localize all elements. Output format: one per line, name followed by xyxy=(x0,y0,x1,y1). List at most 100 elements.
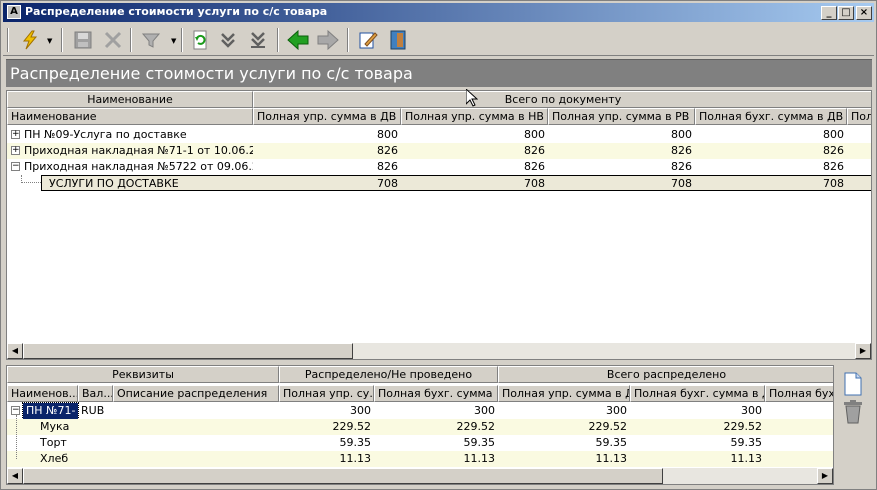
row-name: Приходная накладная №5722 от 09.06.2005 xyxy=(24,160,253,173)
group-header-total[interactable]: Всего по документу xyxy=(253,91,871,108)
cell-value: 229.52 xyxy=(456,420,496,433)
exit-icon[interactable] xyxy=(385,27,411,53)
column-header[interactable]: Вал... xyxy=(78,385,113,402)
cell-value: 708 xyxy=(524,177,545,190)
filter-icon[interactable] xyxy=(138,27,164,53)
toolbar-separator xyxy=(181,28,183,52)
main-window: A Распределение стоимости услуги по с/с … xyxy=(0,0,877,490)
row-name: Хлеб xyxy=(40,452,69,465)
tree-line xyxy=(21,175,41,183)
cell-value: 59.35 xyxy=(463,436,496,449)
column-header[interactable]: Полная упр. сумма в ДВ xyxy=(498,385,630,402)
row-name: Приходная накладная №71-1 от 10.06.2005 xyxy=(24,144,253,157)
table-row[interactable]: − Приходная накладная №5722 от 09.06.200… xyxy=(7,159,871,175)
scroll-right-icon[interactable]: ▶ xyxy=(817,468,833,484)
table-row[interactable]: Торт 59.35 59.35 59.35 59.35 xyxy=(7,435,833,451)
cell-value: 300 xyxy=(474,404,495,417)
expand-toggle[interactable]: + xyxy=(11,146,20,155)
save-icon[interactable] xyxy=(70,27,96,53)
cell-value: 826 xyxy=(823,160,844,173)
back-arrow-icon[interactable] xyxy=(285,27,311,53)
cell-value: 11.13 xyxy=(463,452,496,465)
group-header-total-distributed[interactable]: Всего распределено xyxy=(498,366,833,383)
table-row-selected[interactable]: УСЛУГИ ПО ДОСТАВКЕ 708 708 708 708 xyxy=(41,175,871,191)
delete-icon[interactable] xyxy=(100,27,126,53)
trash-icon[interactable] xyxy=(841,399,865,425)
minimize-button[interactable]: _ xyxy=(821,6,837,20)
cell-value: 708 xyxy=(671,177,692,190)
expand-all-icon[interactable] xyxy=(215,27,241,53)
title-bar[interactable]: A Распределение стоимости услуги по с/с … xyxy=(3,3,874,22)
mouse-cursor-icon xyxy=(465,87,479,107)
collapse-all-icon[interactable] xyxy=(245,27,271,53)
group-header-requisites[interactable]: Реквизиты xyxy=(7,366,279,383)
cell-value: 708 xyxy=(823,177,844,190)
tree-line xyxy=(16,415,36,459)
cell-value: 800 xyxy=(377,128,398,141)
currency-cell: RUB xyxy=(81,404,105,417)
edit-icon[interactable] xyxy=(355,27,381,53)
row-name: ПН №09-Услуга по доставке xyxy=(24,128,187,141)
close-button[interactable]: × xyxy=(856,6,872,20)
lightning-icon[interactable] xyxy=(17,27,43,53)
horizontal-scrollbar[interactable]: ◀ ▶ xyxy=(7,343,871,359)
refresh-icon[interactable] xyxy=(187,27,213,53)
collapse-toggle[interactable]: − xyxy=(11,406,20,415)
table-row[interactable]: + Приходная накладная №71-1 от 10.06.200… xyxy=(7,143,871,159)
cell-value: 300 xyxy=(606,404,627,417)
row-name: Торт xyxy=(40,436,67,449)
app-icon: A xyxy=(7,5,21,19)
chevron-down-icon[interactable]: ▼ xyxy=(171,37,178,45)
column-header[interactable]: Полная бухг. сумма в ДВ xyxy=(630,385,765,402)
scrollbar-thumb[interactable] xyxy=(23,468,663,484)
cell-value: 826 xyxy=(377,144,398,157)
table-row[interactable]: Мука 229.52 229.52 229.52 229.52 xyxy=(7,419,833,435)
column-header[interactable]: Наименование xyxy=(7,108,253,125)
cell-value: 300 xyxy=(741,404,762,417)
table-row[interactable]: − ПН №71- RUB 300 300 300 300 xyxy=(7,402,833,420)
cell-value: 826 xyxy=(671,144,692,157)
cell-value: 11.13 xyxy=(595,452,628,465)
toolbar-grip xyxy=(7,28,9,52)
column-header[interactable]: Полная упр. сумма в НВ xyxy=(401,108,548,125)
documents-grid[interactable]: Наименование Всего по документу Наименов… xyxy=(6,90,872,360)
cell-value: 800 xyxy=(823,128,844,141)
column-header[interactable]: Полная упр. сумма в ДВ xyxy=(253,108,401,125)
column-header[interactable]: Пол xyxy=(847,108,871,125)
cell-value: 708 xyxy=(377,177,398,190)
column-header[interactable]: Полная бухг. xyxy=(765,385,833,402)
cell-value: 826 xyxy=(524,160,545,173)
group-header-distributed[interactable]: Распределено/Не проведено xyxy=(279,366,498,383)
toolbar-separator xyxy=(130,28,132,52)
new-document-icon[interactable] xyxy=(842,371,866,397)
collapse-toggle[interactable]: − xyxy=(11,162,20,171)
column-header[interactable]: Полная бухг. сумма ... xyxy=(374,385,498,402)
table-row[interactable]: + ПН №09-Услуга по доставке 800 800 800 … xyxy=(7,127,871,143)
chevron-down-icon[interactable]: ▼ xyxy=(47,37,54,45)
cell-value: 826 xyxy=(524,144,545,157)
toolbar: ▼ ▼ xyxy=(3,24,874,56)
scrollbar-thumb[interactable] xyxy=(23,343,353,359)
maximize-button[interactable]: □ xyxy=(838,6,854,20)
cell-value: 826 xyxy=(671,160,692,173)
cell-value: 300 xyxy=(350,404,371,417)
group-header-name[interactable]: Наименование xyxy=(7,91,253,108)
column-header[interactable]: Описание распределения xyxy=(113,385,279,402)
horizontal-scrollbar[interactable]: ◀ ▶ xyxy=(7,468,833,484)
column-header[interactable]: Полная упр. су... xyxy=(279,385,374,402)
cell-value: 800 xyxy=(671,128,692,141)
column-header[interactable]: Полная бухг. сумма в ДВ xyxy=(695,108,847,125)
scroll-left-icon[interactable]: ◀ xyxy=(7,468,23,484)
scroll-left-icon[interactable]: ◀ xyxy=(7,343,23,359)
toolbar-separator xyxy=(277,28,279,52)
cell-value: 59.35 xyxy=(339,436,372,449)
scroll-right-icon[interactable]: ▶ xyxy=(855,343,871,359)
cell-value: 11.13 xyxy=(339,452,372,465)
forward-arrow-icon[interactable] xyxy=(315,27,341,53)
column-header[interactable]: Полная упр. сумма в РВ xyxy=(548,108,695,125)
table-row[interactable]: Хлеб 11.13 11.13 11.13 11.13 xyxy=(7,451,833,467)
expand-toggle[interactable]: + xyxy=(11,130,20,139)
column-header[interactable]: Наименов... xyxy=(7,385,78,402)
distribution-grid[interactable]: Реквизиты Распределено/Не проведено Всег… xyxy=(6,365,834,485)
row-name: Мука xyxy=(40,420,70,433)
